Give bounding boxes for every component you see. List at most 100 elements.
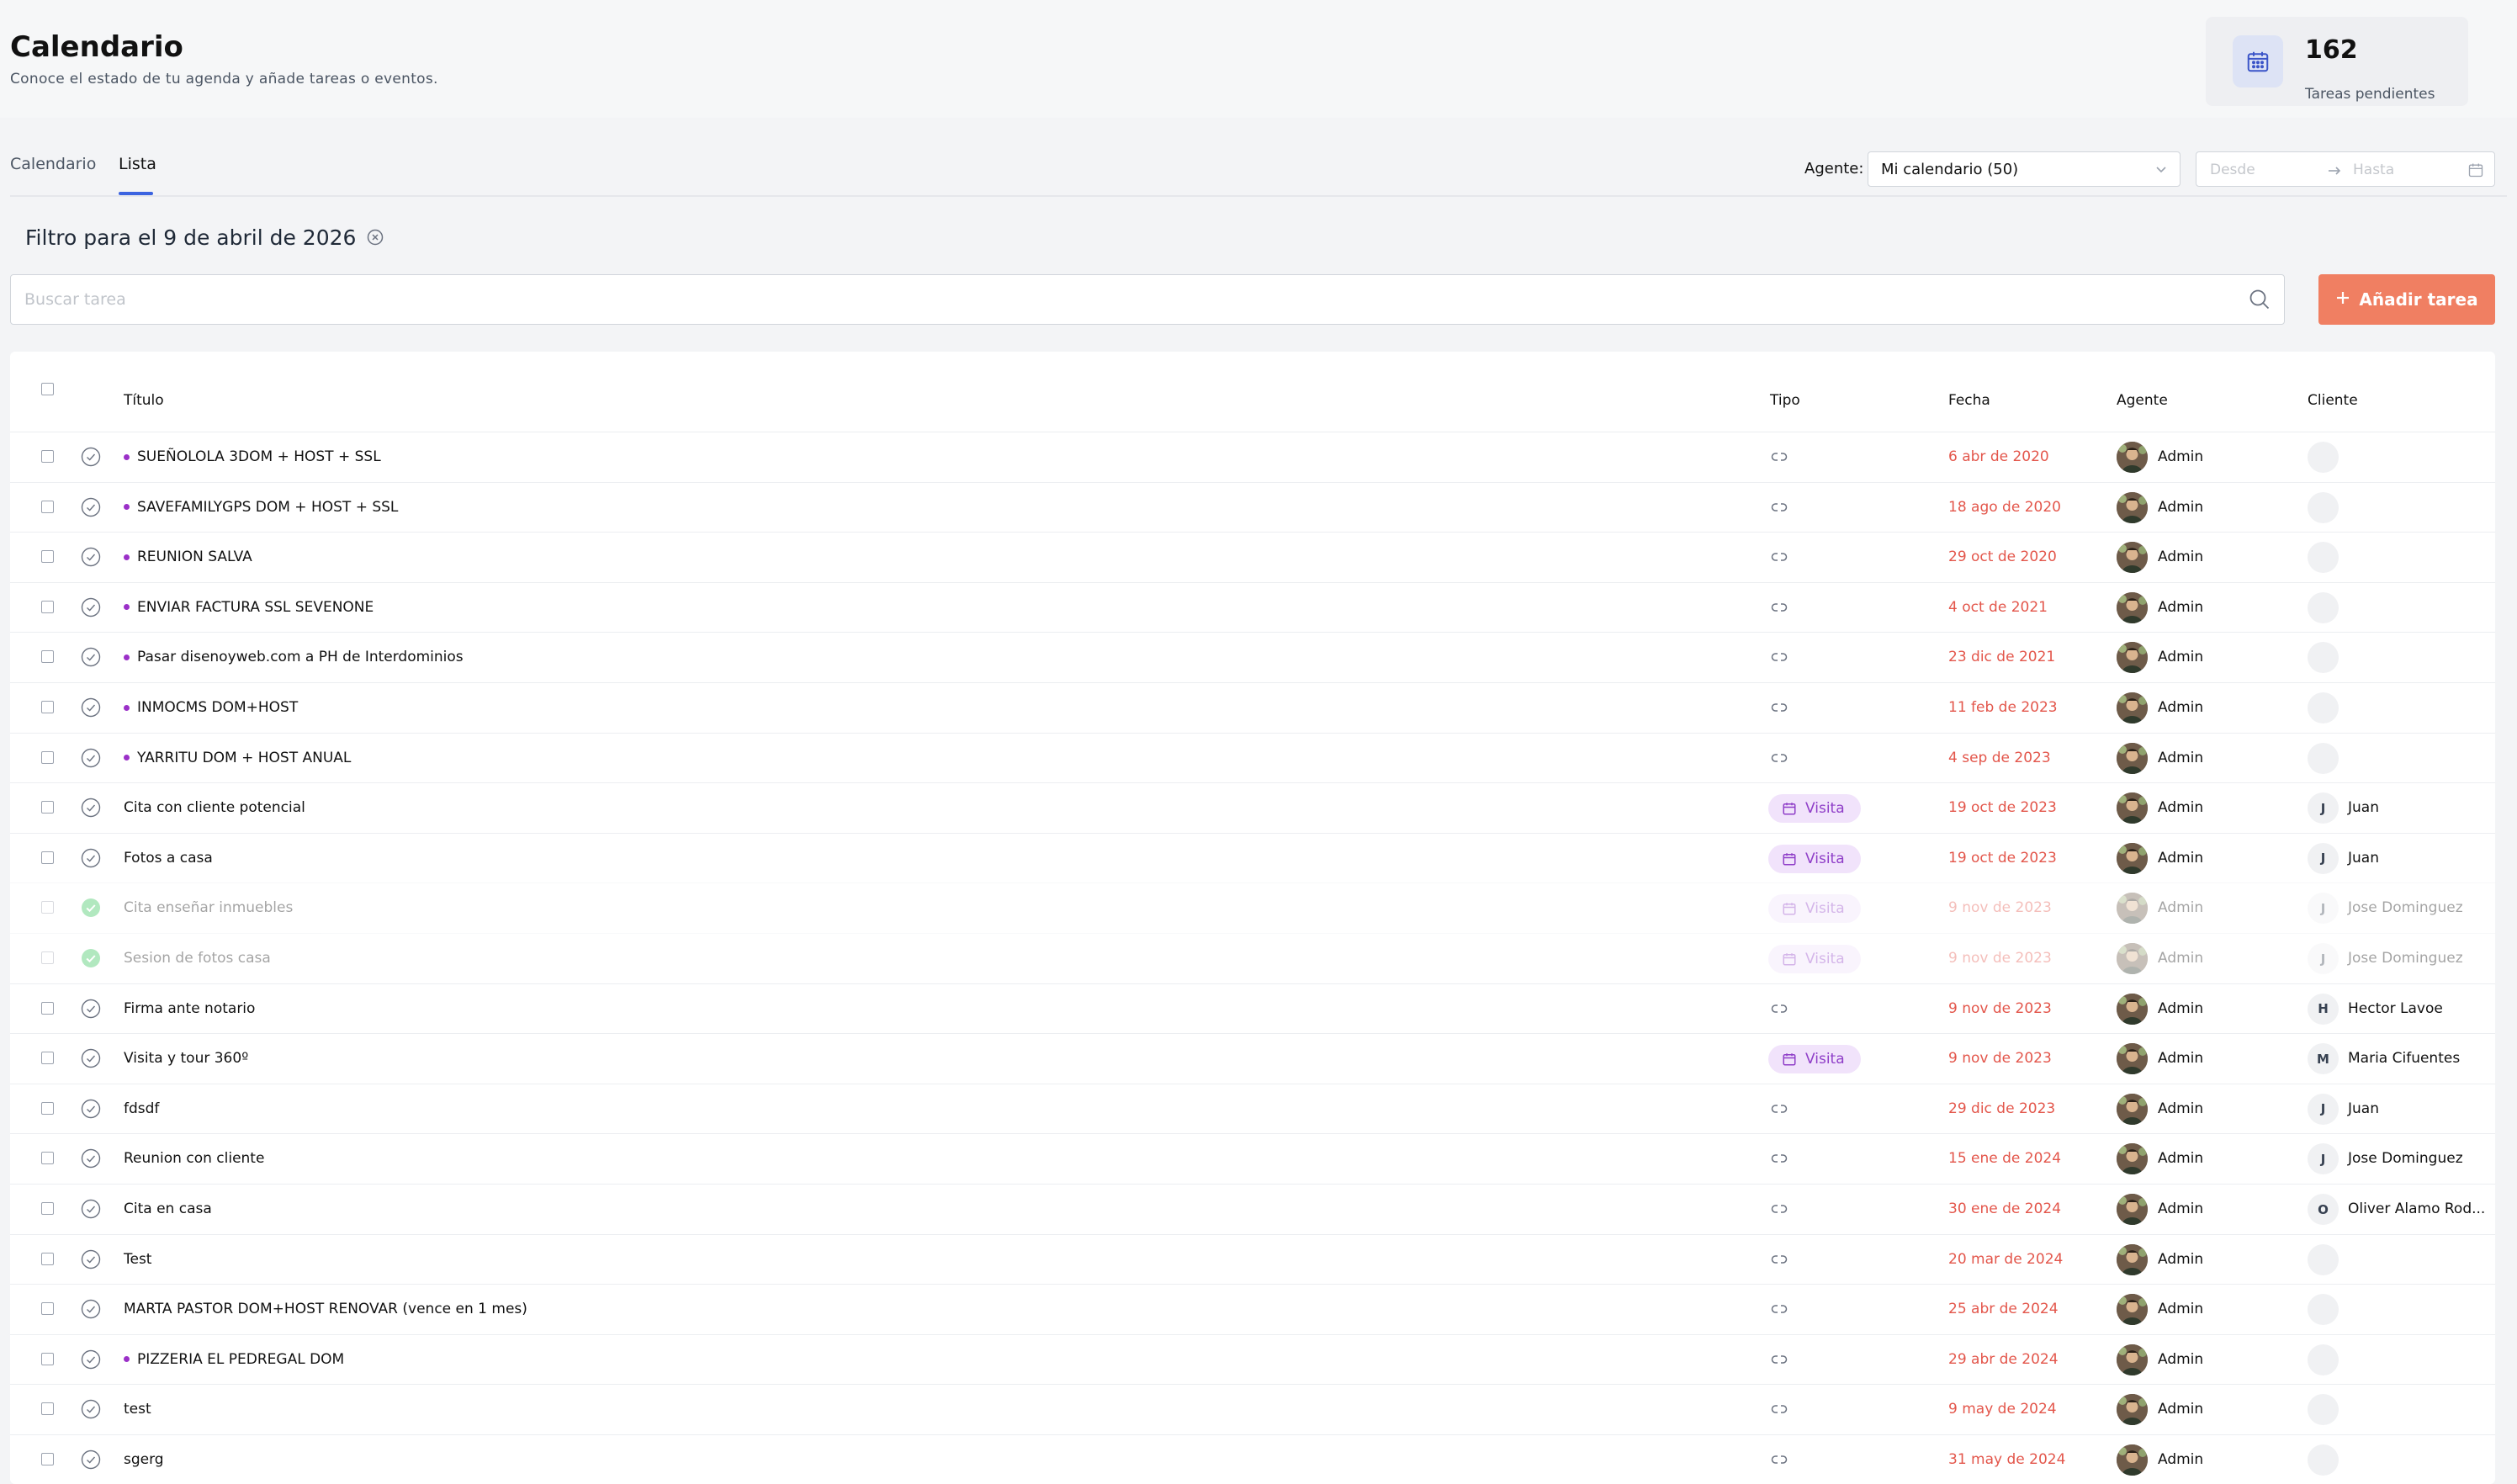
date-to-placeholder[interactable]: Hasta [2353,162,2394,178]
table-row[interactable]: Fotos a casa Visita 19 oct de 2023 Admin J Ju… [10,832,2495,883]
check-circle-icon[interactable] [81,748,101,768]
task-client[interactable]: Juan [2348,799,2379,816]
task-title[interactable]: Pasar disenoyweb.com a PH de Interdomini… [124,649,464,665]
check-circle-icon[interactable] [81,999,101,1019]
row-checkbox[interactable] [41,450,54,463]
table-row[interactable]: Cita en casa 30 ene de 2024 Admin O Oliver A… [10,1184,2495,1234]
row-checkbox[interactable] [41,750,54,764]
date-range-picker[interactable]: Desde Hasta [2196,151,2495,187]
row-checkbox[interactable] [41,1302,54,1316]
task-client[interactable]: Jose Dominguez [2348,1150,2463,1167]
task-client[interactable]: Oliver Alamo Rod... [2348,1200,2485,1217]
table-row[interactable]: Cita enseñar inmuebles Visita 9 nov de 202… [10,882,2495,933]
task-title[interactable]: REUNION SALVA [124,549,252,565]
row-checkbox[interactable] [41,650,54,664]
table-row[interactable]: test 9 may de 2024 Admin [10,1384,2495,1434]
row-checkbox[interactable] [41,901,54,914]
task-title[interactable]: Firma ante notario [124,1000,255,1017]
table-row[interactable]: PIZZERIA EL PEDREGAL DOM 29 abr de 2024 Ad… [10,1333,2495,1385]
column-header-type[interactable]: Tipo [1770,392,1800,409]
table-row[interactable]: Cita con cliente potencial Visita 19 oct d… [10,782,2495,833]
check-circle-icon[interactable] [81,547,101,567]
check-circle-icon[interactable] [81,1199,101,1219]
row-checkbox[interactable] [41,1052,54,1065]
row-checkbox[interactable] [41,1152,54,1165]
search-input[interactable] [11,275,2232,324]
table-row[interactable]: SAVEFAMILYGPS DOM + HOST + SSL 18 ago de … [10,481,2495,533]
check-circle-icon[interactable] [81,1249,101,1269]
row-checkbox[interactable] [41,600,54,613]
task-client[interactable]: Juan [2348,1100,2379,1117]
row-checkbox[interactable] [41,851,54,864]
task-title[interactable]: Visita y tour 360º [124,1050,248,1067]
task-client[interactable]: Juan [2348,850,2379,867]
tab-lista[interactable]: Lista [119,155,156,173]
task-title[interactable]: Cita en casa [124,1200,212,1217]
table-row[interactable]: Pasar disenoyweb.com a PH de Interdomini… [10,632,2495,682]
check-circle-icon[interactable] [81,898,101,918]
table-row[interactable]: SUEÑOLOLA 3DOM + HOST + SSL 6 abr de 2020… [10,432,2495,482]
row-checkbox[interactable] [41,701,54,713]
check-circle-icon[interactable] [81,1450,101,1470]
check-circle-icon[interactable] [81,597,101,617]
table-row[interactable]: Test 20 mar de 2024 Admin [10,1233,2495,1285]
row-checkbox[interactable] [41,1352,54,1365]
check-circle-icon[interactable] [81,1299,101,1319]
column-header-agent[interactable]: Agente [2117,392,2168,409]
task-client[interactable]: Jose Dominguez [2348,950,2463,967]
select-all-checkbox[interactable] [41,383,54,395]
tab-calendario[interactable]: Calendario [10,155,96,173]
task-title[interactable]: Cita enseñar inmuebles [124,899,293,916]
table-row[interactable]: sgerg 31 may de 2024 Admin [10,1434,2495,1484]
column-header-client[interactable]: Cliente [2308,392,2358,409]
check-circle-icon[interactable] [81,497,101,517]
task-title[interactable]: Test [124,1251,151,1268]
task-title[interactable]: Sesion de fotos casa [124,950,271,967]
row-checkbox[interactable] [41,550,54,564]
check-circle-icon[interactable] [81,1148,101,1169]
table-row[interactable]: ENVIAR FACTURA SSL SEVENONE 4 oct de 2021… [10,581,2495,633]
check-circle-icon[interactable] [81,948,101,968]
task-title[interactable]: Fotos a casa [124,850,213,867]
check-circle-icon[interactable] [81,447,101,467]
table-row[interactable]: INMOCMS DOM+HOST 11 feb de 2023 Admin [10,682,2495,733]
row-checkbox[interactable] [41,1252,54,1265]
task-title[interactable]: MARTA PASTOR DOM+HOST RENOVAR (vence en … [124,1301,527,1317]
check-circle-icon[interactable] [81,647,101,667]
task-title[interactable]: fdsdf [124,1100,159,1117]
column-header-date[interactable]: Fecha [1948,392,1990,409]
add-task-button[interactable]: Añadir tarea [2318,274,2495,325]
row-checkbox[interactable] [41,1453,54,1465]
table-row[interactable]: REUNION SALVA 29 oct de 2020 Admin [10,532,2495,582]
row-checkbox[interactable] [41,1402,54,1416]
row-checkbox[interactable] [41,1001,54,1015]
check-circle-icon[interactable] [81,1399,101,1419]
column-header-title[interactable]: Título [124,392,164,409]
table-row[interactable]: MARTA PASTOR DOM+HOST RENOVAR (vence en … [10,1284,2495,1334]
table-row[interactable]: YARRITU DOM + HOST ANUAL 4 sep de 2023 Adm… [10,732,2495,783]
table-row[interactable]: Visita y tour 360º Visita 9 nov de 2023 Adm… [10,1033,2495,1084]
task-title[interactable]: YARRITU DOM + HOST ANUAL [124,750,351,766]
check-circle-icon[interactable] [81,697,101,718]
check-circle-icon[interactable] [81,1048,101,1068]
search-icon[interactable] [2249,289,2271,314]
task-title[interactable]: SAVEFAMILYGPS DOM + HOST + SSL [124,499,398,516]
table-row[interactable]: Sesion de fotos casa Visita 9 nov de 2023 A… [10,933,2495,983]
close-circle-icon[interactable] [367,229,384,249]
check-circle-icon[interactable] [81,1349,101,1370]
check-circle-icon[interactable] [81,848,101,868]
check-circle-icon[interactable] [81,1099,101,1119]
task-title[interactable]: SUEÑOLOLA 3DOM + HOST + SSL [124,448,381,465]
row-checkbox[interactable] [41,1101,54,1115]
agent-select[interactable]: Mi calendario (50) [1868,151,2181,187]
date-from-placeholder[interactable]: Desde [2210,162,2255,178]
row-checkbox[interactable] [41,1202,54,1215]
task-title[interactable]: ENVIAR FACTURA SSL SEVENONE [124,599,374,616]
task-client[interactable]: Jose Dominguez [2348,899,2463,916]
task-client[interactable]: Hector Lavoe [2348,1000,2443,1017]
task-client[interactable]: Maria Cifuentes [2348,1050,2460,1067]
task-title[interactable]: PIZZERIA EL PEDREGAL DOM [124,1351,344,1368]
task-title[interactable]: INMOCMS DOM+HOST [124,699,298,716]
task-title[interactable]: Reunion con cliente [124,1150,264,1167]
task-title[interactable]: sgerg [124,1451,164,1468]
